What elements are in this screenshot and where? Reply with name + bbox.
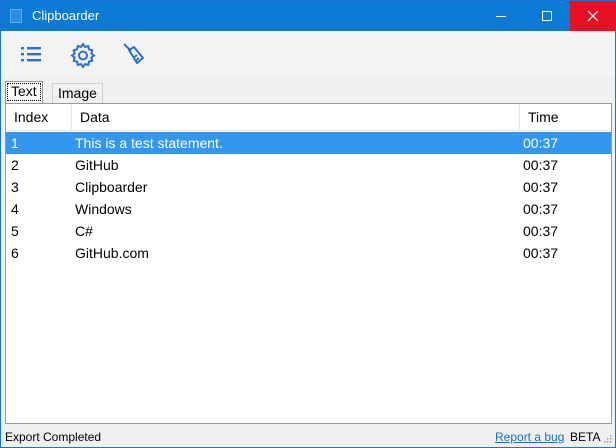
maximize-button[interactable] bbox=[524, 1, 570, 31]
row-data: Clipboarder bbox=[75, 179, 148, 195]
row-time: 00:37 bbox=[523, 135, 559, 151]
list-row[interactable]: 5 C# 00:37 bbox=[6, 220, 611, 242]
list-view-button[interactable] bbox=[19, 41, 47, 67]
list-header: Index Data Time bbox=[6, 104, 611, 131]
resize-grip-icon[interactable] bbox=[602, 433, 612, 443]
version-label: BETA bbox=[570, 430, 601, 444]
list-row[interactable]: 3 Clipboarder 00:37 bbox=[6, 176, 611, 198]
report-bug-link[interactable]: Report a bug bbox=[495, 430, 564, 444]
column-header-time[interactable]: Time bbox=[520, 104, 611, 131]
status-message: Export Completed bbox=[5, 430, 102, 444]
clear-broom-icon bbox=[123, 43, 144, 64]
status-bar: Export Completed Report a bug BETA bbox=[1, 427, 615, 447]
list-icon bbox=[21, 47, 41, 62]
settings-button[interactable] bbox=[69, 41, 97, 69]
column-header-data[interactable]: Data bbox=[72, 104, 520, 131]
row-data: Windows bbox=[75, 201, 132, 217]
row-time: 00:37 bbox=[523, 245, 559, 261]
minimize-button[interactable] bbox=[478, 1, 524, 31]
row-data: GitHub bbox=[75, 157, 119, 173]
row-index: 6 bbox=[11, 245, 19, 261]
close-icon bbox=[588, 11, 598, 21]
list-row[interactable]: 4 Windows 00:37 bbox=[6, 198, 611, 220]
close-button[interactable] bbox=[570, 1, 616, 31]
row-time: 00:37 bbox=[523, 223, 559, 239]
tab-image[interactable]: Image bbox=[52, 83, 103, 104]
row-time: 00:37 bbox=[523, 201, 559, 217]
tab-strip: Text Image bbox=[1, 77, 615, 104]
list-row[interactable]: 2 GitHub 00:37 bbox=[6, 154, 611, 176]
settings-gear-icon bbox=[70, 42, 96, 69]
list-row[interactable]: 6 GitHub.com 00:37 bbox=[6, 242, 611, 264]
window-title: Clipboarder bbox=[32, 8, 100, 23]
row-index: 3 bbox=[11, 179, 19, 195]
row-data: GitHub.com bbox=[75, 245, 149, 261]
maximize-icon bbox=[542, 11, 552, 21]
app-window: Clipboarder Text Image Index Data Time 1… bbox=[0, 0, 616, 448]
row-index: 2 bbox=[11, 157, 19, 173]
row-time: 00:37 bbox=[523, 157, 559, 173]
app-icon bbox=[10, 9, 22, 23]
row-data: This is a test statement. bbox=[75, 135, 223, 151]
column-header-index[interactable]: Index bbox=[6, 104, 72, 131]
row-index: 5 bbox=[11, 223, 19, 239]
tab-text[interactable]: Text bbox=[5, 81, 43, 103]
minimize-icon bbox=[496, 16, 506, 17]
row-time: 00:37 bbox=[523, 179, 559, 195]
clipboard-list[interactable]: Index Data Time 1 This is a test stateme… bbox=[5, 103, 612, 424]
row-data: C# bbox=[75, 223, 93, 239]
clear-button[interactable] bbox=[119, 41, 147, 67]
toolbar bbox=[1, 31, 615, 77]
row-index: 1 bbox=[11, 135, 19, 151]
row-index: 4 bbox=[11, 201, 19, 217]
list-row[interactable]: 1 This is a test statement. 00:37 bbox=[6, 132, 611, 154]
title-bar[interactable]: Clipboarder bbox=[1, 1, 616, 31]
